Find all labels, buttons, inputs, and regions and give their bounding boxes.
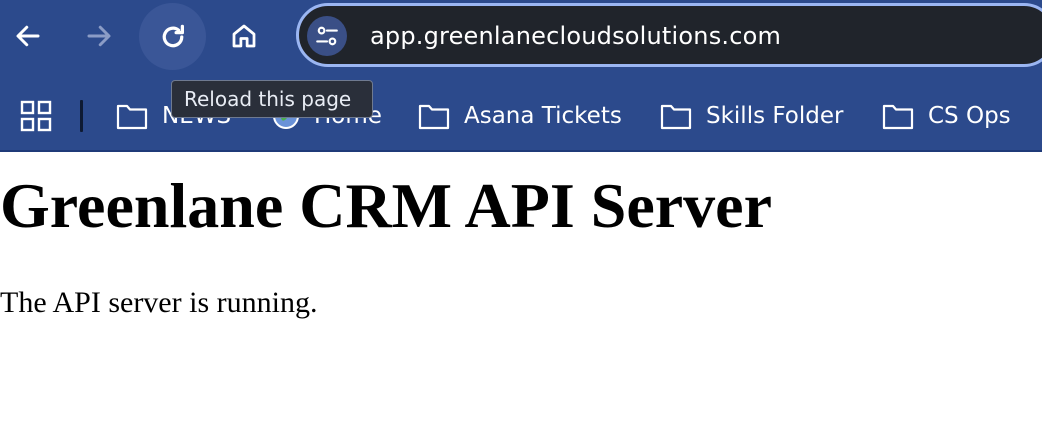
reload-icon bbox=[162, 24, 184, 47]
bookmark-label: Asana Tickets bbox=[464, 103, 622, 129]
folder-icon bbox=[882, 104, 914, 130]
apps-grid-icon bbox=[20, 100, 52, 132]
forward-button[interactable] bbox=[67, 4, 131, 68]
bookmark-label: Skills Folder bbox=[706, 103, 844, 129]
back-button[interactable] bbox=[0, 4, 60, 68]
bookmarks-divider bbox=[80, 100, 83, 132]
folder-icon bbox=[116, 104, 148, 130]
home-button[interactable] bbox=[212, 4, 276, 68]
browser-chrome: app.greenlanecloudsolutions.com NEWS Hom bbox=[0, 0, 1042, 152]
reload-button[interactable] bbox=[139, 3, 206, 70]
page-content: Greenlane CRM API Server The API server … bbox=[0, 152, 1042, 440]
page-title: Greenlane CRM API Server bbox=[0, 170, 772, 241]
bookmarks-bar: NEWS Home Asana Tickets Skills Folder bbox=[0, 80, 1042, 150]
bookmark-skills-folder[interactable]: Skills Folder bbox=[660, 100, 843, 132]
reload-tooltip: Reload this page bbox=[171, 80, 373, 118]
folder-icon bbox=[418, 104, 450, 130]
home-icon bbox=[232, 24, 256, 48]
arrow-left-icon bbox=[16, 25, 40, 47]
bookmark-cs-ops[interactable]: CS Ops bbox=[882, 100, 1011, 132]
arrow-right-icon bbox=[87, 25, 111, 47]
site-info-button[interactable] bbox=[307, 16, 347, 56]
address-bar[interactable]: app.greenlanecloudsolutions.com bbox=[296, 3, 1042, 67]
browser-toolbar: app.greenlanecloudsolutions.com bbox=[0, 0, 1042, 72]
status-message: The API server is running. bbox=[0, 286, 318, 319]
url-text[interactable]: app.greenlanecloudsolutions.com bbox=[370, 22, 781, 50]
bookmark-asana-tickets[interactable]: Asana Tickets bbox=[418, 100, 622, 132]
apps-button[interactable] bbox=[20, 100, 52, 132]
tune-icon bbox=[316, 26, 338, 46]
folder-icon bbox=[660, 104, 692, 130]
bookmark-label: CS Ops bbox=[928, 103, 1011, 129]
